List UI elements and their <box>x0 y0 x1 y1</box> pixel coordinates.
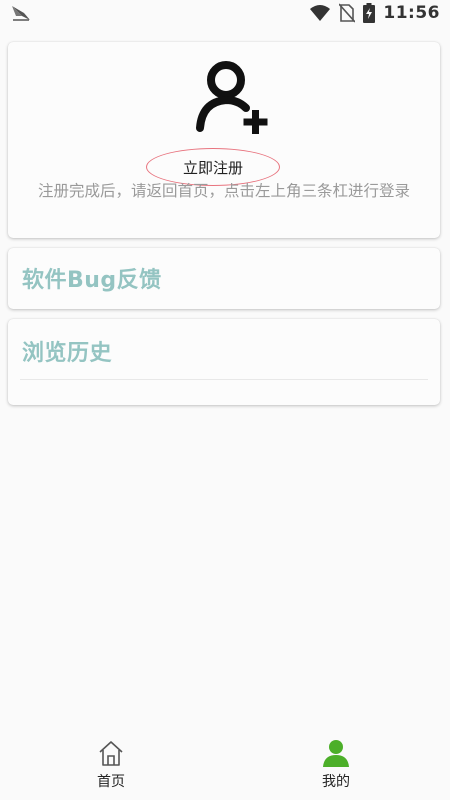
user-icon <box>323 740 349 767</box>
battery-charging-icon <box>363 3 376 23</box>
add-user-icon[interactable] <box>194 56 274 136</box>
nav-home[interactable]: 首页 <box>71 738 151 794</box>
divider <box>20 379 428 380</box>
app-notification-icon <box>12 6 30 21</box>
no-sim-icon <box>339 3 356 23</box>
status-time: 11:56 <box>383 3 440 23</box>
nav-mine[interactable]: 我的 <box>296 738 376 794</box>
status-right: 11:56 <box>309 0 440 26</box>
home-icon <box>99 741 123 766</box>
status-bar: 11:56 <box>0 0 450 26</box>
wifi-icon <box>310 5 331 21</box>
feedback-card[interactable]: 软件Bug反馈 <box>8 248 440 309</box>
nav-mine-label: 我的 <box>322 774 350 790</box>
bottom-nav: 首页 我的 <box>0 732 450 800</box>
screen: 11:56 立即注册 注册完成后，请返回首页，点击左上角三条杠进行登录 软件Bu… <box>0 0 450 800</box>
register-hint-text: 注册完成后，请返回首页，点击左上角三条杠进行登录 <box>37 182 410 200</box>
feedback-label: 软件Bug反馈 <box>22 268 162 293</box>
history-label: 浏览历史 <box>22 341 113 366</box>
history-card[interactable]: 浏览历史 <box>8 319 440 405</box>
nav-home-label: 首页 <box>97 774 125 790</box>
register-card: 立即注册 注册完成后，请返回首页，点击左上角三条杠进行登录 <box>8 42 440 238</box>
